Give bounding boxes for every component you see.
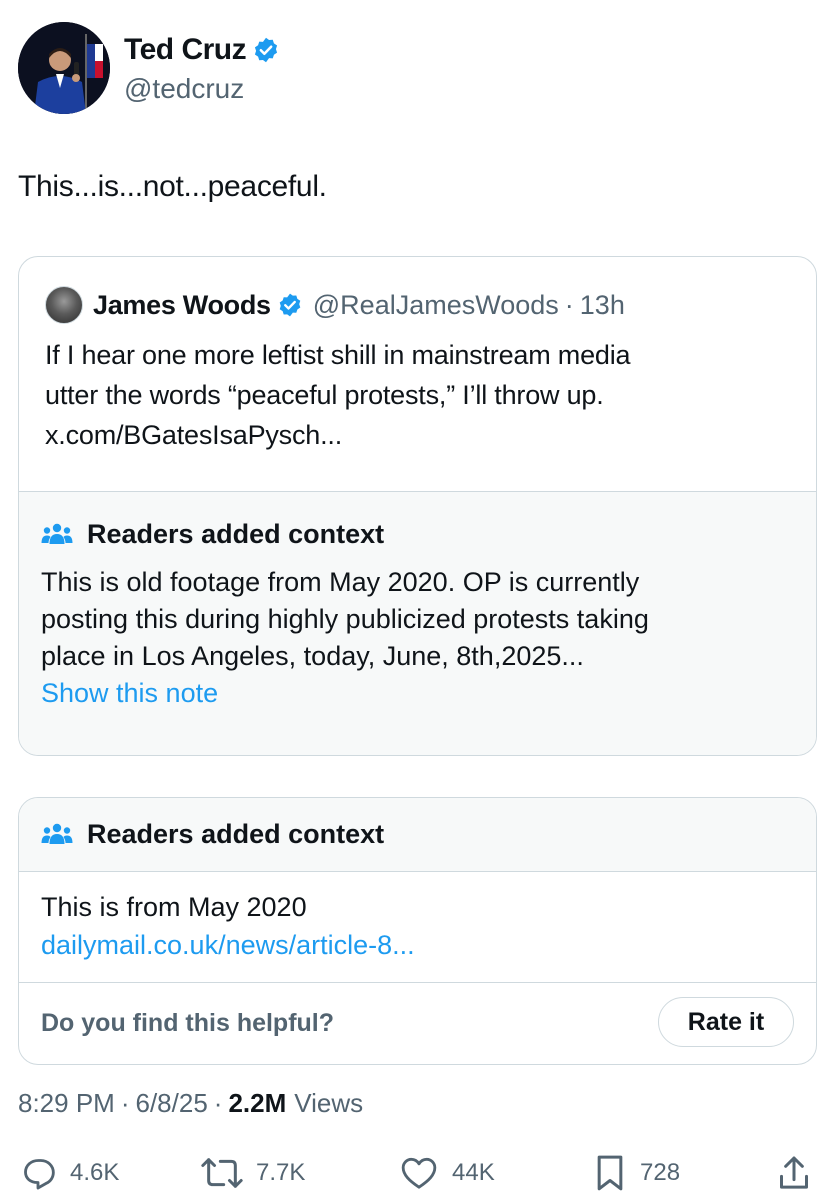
community-note-text: This is from May 2020 [41,892,307,922]
bookmark-icon [597,1155,623,1191]
quoted-tweet-time[interactable]: 13h [580,290,625,321]
separator-dot: · [213,1088,223,1118]
quoted-text-line: If I hear one more leftist shill in main… [45,340,631,370]
share-button[interactable] [776,1148,812,1198]
quoted-tweet-card[interactable]: James Woods @RealJamesWoods · 13h If I h… [18,256,817,756]
community-note-card: Readers added context This is from May 2… [18,797,817,1065]
quoted-tweet-text: If I hear one more leftist shill in main… [45,335,785,455]
views-label: Views [294,1088,364,1118]
author-handle[interactable]: @tedcruz [124,73,280,105]
reply-button[interactable]: 4.6K [18,1148,119,1198]
separator-dot: · [564,289,574,320]
quoted-text-link[interactable]: x.com/BGatesIsaPysch... [45,415,785,455]
author-avatar[interactable] [18,22,110,114]
tweet-text: This...is...not...peaceful. [18,170,327,203]
verified-badge-icon[interactable] [252,36,280,64]
note-text-line: This is old footage from May 2020. OP is… [41,567,640,597]
verified-badge-icon [277,292,303,318]
repost-button[interactable]: 7.7K [200,1148,305,1198]
bookmark-count: 728 [640,1159,681,1186]
repost-icon [201,1158,243,1188]
quoted-community-note: Readers added context This is old footag… [19,491,816,755]
quoted-author-avatar[interactable] [45,286,83,324]
quoted-note-text: This is old footage from May 2020. OP is… [41,564,801,675]
repost-count: 7.7K [256,1159,306,1186]
note-text-line: posting this during highly publicized pr… [41,604,649,634]
community-note-source-link[interactable]: dailymail.co.uk/news/article-8... [41,926,415,964]
note-title: Readers added context [87,518,385,549]
separator-dot: · [120,1088,130,1118]
quoted-author-name[interactable]: James Woods [93,290,271,321]
tweet-time[interactable]: 8:29 PM [18,1088,115,1119]
tweet-meta: 8:29 PM · 6/8/25 · 2.2M Views [18,1088,363,1119]
like-count: 44K [452,1159,495,1186]
tweet-date[interactable]: 6/8/25 [136,1088,208,1119]
author-name[interactable]: Ted Cruz [124,33,247,67]
like-button[interactable]: 44K [398,1148,495,1198]
note-title-row: Readers added context [41,514,384,554]
quoted-author-handle[interactable]: @RealJamesWoods [313,290,559,321]
author-name-row: Ted Cruz [124,31,280,69]
views-count[interactable]: 2.2M [228,1088,286,1119]
helpful-question: Do you find this helpful? [41,1009,335,1037]
quoted-text-line: utter the words “peaceful protests,” I’l… [45,380,604,410]
tweet-author: Ted Cruz @tedcruz [18,22,280,114]
quoted-tweet-header: James Woods @RealJamesWoods · 13h [45,285,625,325]
author-names: Ted Cruz @tedcruz [124,31,280,105]
note-text-line: place in Los Angeles, today, June, 8th,2… [41,641,584,671]
share-icon [780,1156,808,1189]
note-title: Readers added context [87,818,385,849]
reply-count: 4.6K [70,1159,120,1186]
tweet-action-bar: 4.6K 7.7K 44K 728 [18,1148,818,1198]
rate-it-button[interactable]: Rate it [658,997,794,1047]
reply-icon [24,1159,55,1190]
note-rating-footer: Do you find this helpful? Rate it [19,982,816,1064]
note-title-row: Readers added context [41,814,384,854]
community-notes-people-icon [41,522,73,546]
bookmark-button[interactable]: 728 [592,1148,680,1198]
community-notes-people-icon [41,822,73,846]
avatar-photo-icon [18,22,110,114]
community-note-header: Readers added context [19,798,816,872]
heart-icon [401,1157,437,1189]
show-note-link[interactable]: Show this note [41,678,218,709]
